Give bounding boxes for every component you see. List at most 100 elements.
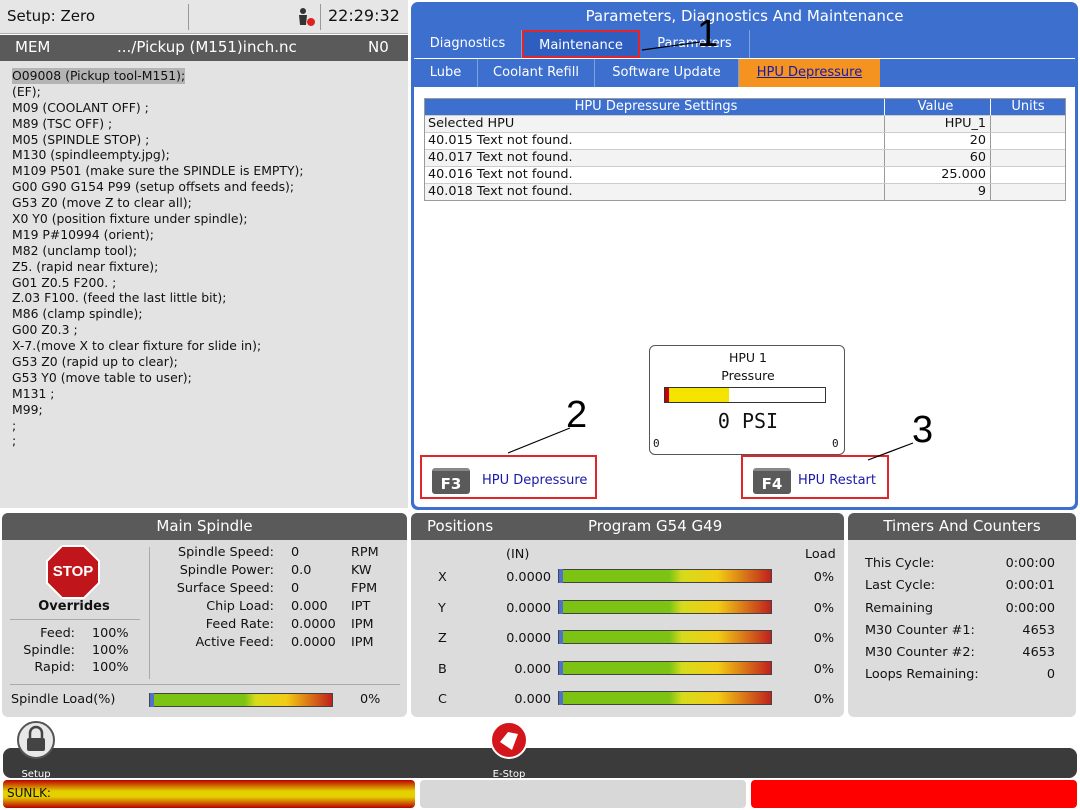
stop-label: STOP bbox=[52, 563, 94, 580]
column-header: HPU Depressure Settings bbox=[425, 99, 885, 115]
program-line[interactable]: M82 (unclamp tool); bbox=[12, 243, 304, 259]
stat-unit: RPM bbox=[351, 545, 379, 560]
program-line[interactable]: M05 (SPINDLE STOP) ; bbox=[12, 132, 304, 148]
program-line[interactable]: O09008 (Pickup tool-M151); bbox=[12, 68, 304, 84]
tab-lube[interactable]: Lube bbox=[414, 59, 478, 87]
timer-row: Remaining 0:00:00 bbox=[865, 601, 1055, 623]
callout-2: 2 bbox=[566, 394, 588, 436]
program-line[interactable]: Z.03 F100. (feed the last little bit); bbox=[12, 290, 304, 306]
table-cell: 9 bbox=[885, 184, 991, 200]
stat-value: 0.0000 bbox=[291, 617, 336, 632]
divider bbox=[188, 4, 189, 30]
pressure-value: 0 PSI bbox=[717, 409, 779, 433]
program-line[interactable]: M86 (clamp spindle); bbox=[12, 306, 304, 322]
program-line[interactable]: X0 Y0 (position fixture under spindle); bbox=[12, 211, 304, 227]
program-line[interactable]: M09 (COOLANT OFF) ; bbox=[12, 100, 304, 116]
timer-row: This Cycle: 0:00:00 bbox=[865, 556, 1055, 578]
toolbar-strip bbox=[3, 748, 1077, 778]
axis-label: Z bbox=[438, 631, 447, 646]
estop-label: E-Stop bbox=[492, 769, 526, 780]
program-editor[interactable]: O09008 (Pickup tool-M151); (EF); M09 (COOL… bbox=[0, 61, 408, 508]
program-line[interactable]: M19 P#10994 (orient); bbox=[12, 227, 304, 243]
positions-header: Positions Program G54 G49 bbox=[411, 513, 844, 540]
stat-value: 0.0 bbox=[291, 563, 312, 578]
program-line[interactable]: M89 (TSC OFF) ; bbox=[12, 116, 304, 132]
program-line[interactable]: (EF); bbox=[12, 84, 304, 100]
program-line-text: ; bbox=[12, 417, 17, 433]
program-line-text: O09008 (Pickup tool-M151); bbox=[12, 68, 186, 84]
program-line[interactable]: G00 Z0.3 ; bbox=[12, 322, 304, 338]
table-row[interactable]: 40.016 Text not found. 25.000 bbox=[425, 166, 1065, 183]
override-value: 100% bbox=[92, 643, 129, 658]
table-cell: 40.017 Text not found. bbox=[425, 150, 885, 166]
setup-mode-label: Setup: Zero bbox=[7, 7, 96, 25]
program-line[interactable]: G53 Y0 (move table to user); bbox=[12, 370, 304, 386]
axis-label: B bbox=[438, 661, 447, 677]
table-cell: Selected HPU bbox=[425, 116, 885, 132]
timer-value: 4653 bbox=[1022, 645, 1055, 661]
f4-hpu-restart-button[interactable]: F4 HPU Restart bbox=[741, 455, 889, 499]
estop-button[interactable]: E-Stop bbox=[486, 720, 532, 780]
table-row[interactable]: Selected HPU HPU_1 bbox=[425, 115, 1065, 132]
timer-label: Remaining bbox=[865, 600, 933, 616]
load-marker bbox=[150, 693, 154, 707]
tab-hpu-depressure[interactable]: HPU Depressure bbox=[739, 59, 880, 87]
table-row[interactable]: 40.018 Text not found. 9 bbox=[425, 183, 1065, 200]
program-line[interactable]: Z5. (rapid near fixture); bbox=[12, 259, 304, 275]
setup-button[interactable]: Setup bbox=[15, 720, 57, 780]
stat-label: Spindle Power: bbox=[179, 563, 274, 578]
load-marker bbox=[559, 599, 563, 614]
program-line-text: M89 (TSC OFF) ; bbox=[12, 115, 113, 131]
gauge-subtitle: Pressure bbox=[721, 368, 775, 383]
axis-load-bar bbox=[558, 691, 772, 705]
unit-label: (IN) bbox=[506, 547, 530, 562]
program-line[interactable]: ; bbox=[12, 433, 304, 449]
stat-value: 0 bbox=[291, 545, 300, 560]
override-row: Feed: 100% bbox=[10, 626, 142, 643]
stat-label: Chip Load: bbox=[206, 599, 274, 614]
program-line-text: G53 Y0 (move table to user); bbox=[12, 369, 192, 385]
program-header-bar: MEM .../Pickup (M151)inch.nc N0 bbox=[0, 35, 408, 61]
axis-label: C bbox=[438, 692, 447, 707]
program-line[interactable]: G53 Z0 (move Z to clear all); bbox=[12, 195, 304, 211]
f3-hpu-depressure-button[interactable]: F3 HPU Depressure bbox=[420, 455, 597, 499]
program-line[interactable]: M131 ; bbox=[12, 386, 304, 402]
program-line-text: G00 Z0.3 ; bbox=[12, 322, 78, 338]
stat-unit: FPM bbox=[351, 581, 378, 596]
program-line[interactable]: G01 Z0.5 F200. ; bbox=[12, 275, 304, 291]
tab-software-update[interactable]: Software Update bbox=[595, 59, 739, 87]
axis-value: 0.000 bbox=[514, 661, 551, 677]
axis-load-bar bbox=[558, 569, 772, 583]
override-value: 100% bbox=[92, 626, 129, 641]
axis-value: 0.0000 bbox=[506, 631, 551, 646]
main-tab-row: Diagnostics Maintenance Parameters bbox=[414, 30, 1075, 58]
override-row: Spindle: 100% bbox=[10, 643, 142, 660]
timer-label: Last Cycle: bbox=[865, 578, 936, 594]
axis-label: Y bbox=[438, 600, 446, 616]
program-line[interactable]: G53 Z0 (rapid up to clear); bbox=[12, 354, 304, 370]
timer-list: This Cycle: 0:00:00 Last Cycle: 0:00:01 Rema… bbox=[865, 556, 1055, 690]
program-line[interactable]: G00 G90 G154 P99 (setup offsets and feed… bbox=[12, 179, 304, 195]
spindle-stat-row: Active Feed: 0.0000 IPM bbox=[152, 635, 402, 653]
program-line[interactable]: ; bbox=[12, 418, 304, 434]
spindle-stat-row: Spindle Power: 0.0 KW bbox=[152, 563, 402, 581]
timer-label: M30 Counter #1: bbox=[865, 622, 975, 638]
tab-coolant-refill[interactable]: Coolant Refill bbox=[478, 59, 595, 87]
program-line[interactable]: M130 (spindleempty.jpg); bbox=[12, 147, 304, 163]
gauge-max: 0 bbox=[832, 437, 839, 450]
column-header: Units bbox=[1011, 99, 1045, 114]
table-row[interactable]: 40.015 Text not found. 20 bbox=[425, 132, 1065, 149]
tab-diagnostics[interactable]: Diagnostics bbox=[414, 30, 522, 58]
axis-load: 0% bbox=[813, 661, 834, 677]
table-row[interactable]: 40.017 Text not found. 60 bbox=[425, 149, 1065, 166]
program-line-text: M99; bbox=[12, 401, 43, 417]
load-column-label: Load bbox=[805, 547, 836, 562]
tab-maintenance[interactable]: Maintenance bbox=[522, 30, 640, 58]
program-line[interactable]: X-7.(move X to clear fixture for slide i… bbox=[12, 338, 304, 354]
stat-unit: IPT bbox=[351, 599, 371, 614]
timer-row: Last Cycle: 0:00:01 bbox=[865, 578, 1055, 600]
program-line[interactable]: M99; bbox=[12, 402, 304, 418]
program-line[interactable]: M109 P501 (make sure the SPINDLE is EMPT… bbox=[12, 163, 304, 179]
tab-parameters[interactable]: Parameters bbox=[640, 30, 750, 58]
timer-label: M30 Counter #2: bbox=[865, 645, 975, 661]
